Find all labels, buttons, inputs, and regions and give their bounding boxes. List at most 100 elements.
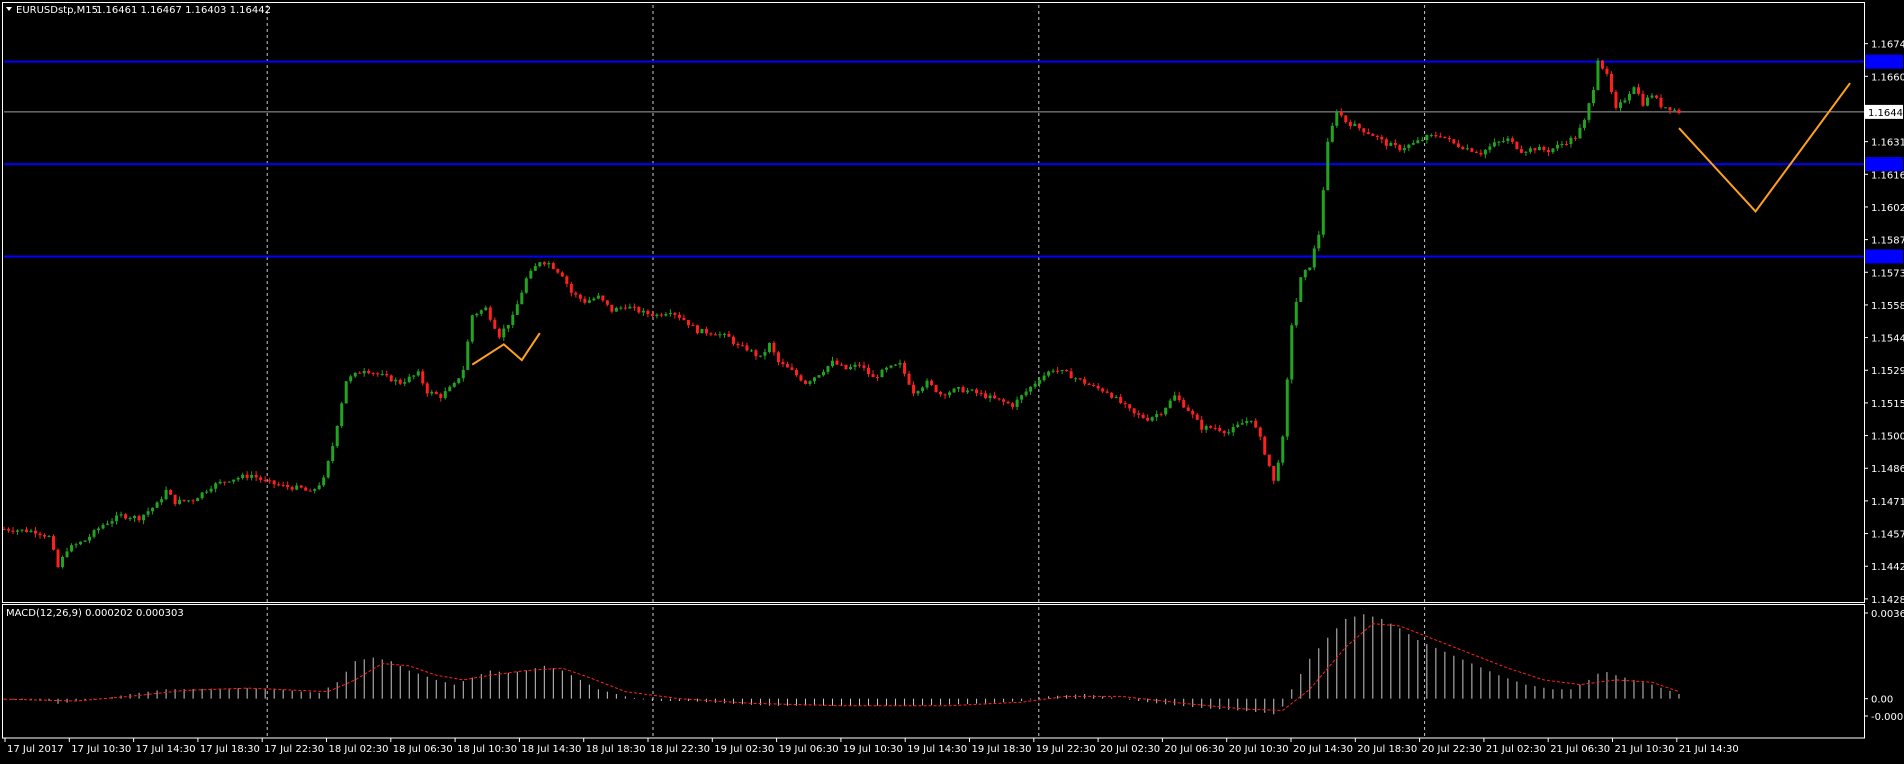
candle-body (1312, 248, 1316, 268)
candle-body (727, 333, 731, 337)
candle-body (1146, 417, 1150, 421)
candle-body (470, 315, 474, 342)
candle-body (308, 490, 312, 492)
candle-body (1204, 426, 1208, 430)
candle-body (551, 263, 555, 270)
candle-body (1632, 87, 1636, 95)
candle-body (1308, 267, 1312, 271)
price-label: 1.15440 (1871, 334, 1904, 345)
candle-body (448, 386, 452, 392)
candle-body (533, 266, 537, 271)
candle-body (673, 313, 677, 315)
price-label: 1.14570 (1871, 530, 1904, 541)
candle-body (1384, 139, 1388, 146)
candle-body (578, 294, 582, 299)
candle-body (1578, 127, 1582, 139)
candle-body (1524, 151, 1528, 153)
candle-body (574, 292, 578, 295)
candle-body (943, 394, 947, 396)
candle-body (1398, 145, 1402, 151)
candle-body (1551, 148, 1555, 153)
price-chart-svg[interactable]: 1.16745 1.16600 1.16310 1.16165 1.16020 1.158… (0, 0, 1904, 760)
time-label: 21 Jul 02:30 (1486, 744, 1546, 755)
time-label: 20 Jul 14:30 (1293, 744, 1353, 755)
candle-body (128, 518, 132, 520)
candle-body (867, 367, 871, 375)
candle-body (412, 375, 416, 377)
candle-body (61, 556, 65, 568)
candle-body (1501, 141, 1505, 143)
candle-body (142, 514, 146, 521)
candle-body (547, 263, 551, 265)
candle-body (475, 313, 479, 316)
candle-body (164, 489, 168, 500)
candle-body (344, 381, 348, 404)
candle-body (722, 333, 726, 335)
candle-body (1434, 135, 1438, 137)
candle-body (461, 369, 465, 379)
candle-body (1074, 378, 1078, 380)
candle-body (74, 544, 78, 546)
candle-body (1321, 190, 1325, 235)
time-label: 17 Jul 18:30 (200, 744, 260, 755)
symbol-label: EURUSDstp,M15 (16, 5, 98, 16)
candle-body (623, 307, 627, 309)
candle-body (317, 485, 321, 490)
candle-body (173, 494, 177, 505)
candle-body (1542, 146, 1546, 150)
candle-body (1456, 143, 1460, 147)
candle-body (425, 383, 429, 394)
candle-body (1443, 136, 1447, 138)
candle-body (1069, 371, 1073, 379)
time-label: 18 Jul 18:30 (586, 744, 646, 755)
candle-body (83, 540, 87, 542)
candle-body (421, 371, 425, 384)
candle-body (133, 516, 137, 519)
candle-body (457, 378, 461, 383)
candle-body (1087, 383, 1091, 385)
candle-body (889, 365, 893, 368)
candle-body (1186, 407, 1190, 411)
candle-body (11, 530, 15, 532)
candle-body (1249, 420, 1253, 422)
candle-body (286, 485, 290, 488)
candle-body (1650, 95, 1654, 98)
candle-body (1407, 144, 1411, 149)
candle-body (196, 498, 200, 502)
candle-body (538, 262, 542, 267)
candle-body (416, 371, 420, 376)
time-label: 21 Jul 10:30 (1615, 744, 1675, 755)
candle-body (1474, 151, 1478, 153)
candle-body (1605, 68, 1609, 74)
candle-body (236, 477, 240, 480)
candle-body (1402, 148, 1406, 151)
candle-body (966, 390, 970, 393)
candle-body (601, 295, 605, 301)
price-label: 1.16745 (1871, 40, 1904, 51)
candle-body (1177, 395, 1181, 401)
candle-body (763, 352, 767, 356)
candle-body (281, 484, 285, 486)
candle-body (1546, 149, 1550, 153)
candle-body (668, 313, 672, 315)
candle-body (885, 367, 889, 370)
candle-body (1510, 138, 1514, 142)
candle-body (502, 328, 506, 338)
candle-body (1528, 148, 1532, 152)
chart-window[interactable]: 1.16745 1.16600 1.16310 1.16165 1.16020 1.158… (0, 0, 1904, 760)
candle-body (1218, 428, 1222, 431)
candle-body (394, 379, 398, 382)
candle-body (349, 376, 353, 382)
candle-body (871, 374, 875, 378)
candle-body (367, 370, 371, 374)
candle-body (957, 387, 961, 389)
candle-body (178, 499, 182, 505)
candle-body (700, 328, 704, 334)
candle-body (488, 307, 492, 320)
time-label: 20 Jul 22:30 (1422, 744, 1482, 755)
candle-body (614, 307, 618, 312)
candle-body (758, 355, 762, 357)
candle-body (1492, 142, 1496, 147)
candle-body (1483, 149, 1487, 155)
candle-body (182, 499, 186, 501)
